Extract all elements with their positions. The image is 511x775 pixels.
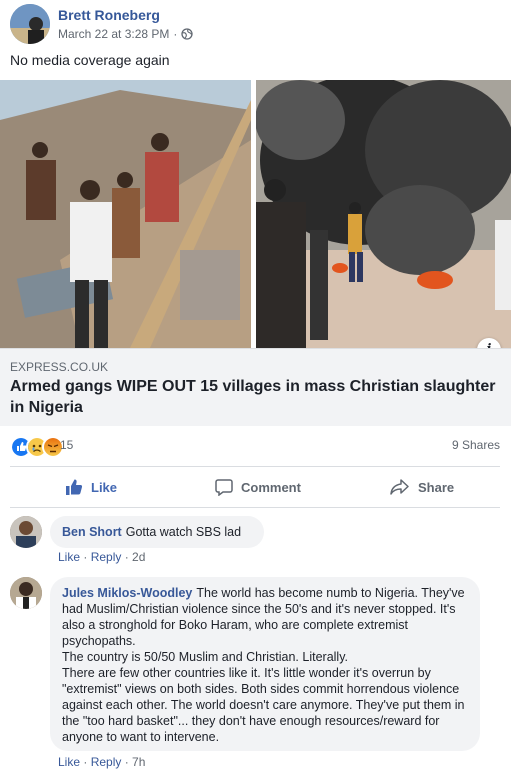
comment-time[interactable]: 7h bbox=[132, 755, 145, 769]
comment-like-link[interactable]: Like bbox=[58, 755, 80, 769]
commenter-avatar[interactable] bbox=[10, 577, 42, 609]
post-text: No media coverage again bbox=[10, 52, 170, 68]
comment-time[interactable]: 2d bbox=[132, 550, 145, 564]
comment-like-link[interactable]: Like bbox=[58, 550, 80, 564]
commenter-name[interactable]: Jules Miklos-Woodley bbox=[62, 586, 192, 600]
comment-text: Gotta watch SBS lad bbox=[125, 525, 242, 539]
comment-item: Ben Short Gotta watch SBS lad Like · Repl… bbox=[10, 516, 500, 576]
action-bar: Like Comment Share bbox=[10, 466, 500, 508]
link-domain: EXPRESS.CO.UK bbox=[10, 360, 109, 374]
share-button-label: Share bbox=[418, 479, 455, 495]
comment-actions: Like · Reply · 7h bbox=[58, 755, 146, 769]
share-arrow-icon bbox=[390, 479, 409, 495]
comment-button[interactable]: Comment bbox=[215, 467, 511, 507]
reaction-icons[interactable] bbox=[10, 436, 64, 458]
comment-text: The world has become numb to Nigeria. Th… bbox=[62, 586, 465, 744]
thumbs-up-icon bbox=[66, 479, 83, 495]
like-button[interactable]: Like bbox=[65, 467, 117, 507]
comment-button-label: Comment bbox=[241, 479, 301, 495]
post-header: Brett Roneberg March 22 at 3:28 PM · bbox=[10, 4, 500, 44]
commenter-avatar[interactable] bbox=[10, 516, 42, 548]
comment-bubble: Jules Miklos-Woodley The world has become… bbox=[50, 577, 480, 751]
share-button[interactable]: Share bbox=[390, 467, 454, 507]
link-preview-image[interactable] bbox=[0, 80, 511, 348]
reactions-bar: 15 9 Shares bbox=[10, 432, 500, 458]
like-button-label: Like bbox=[91, 479, 118, 495]
link-preview-card[interactable]: i EXPRESS.CO.UK Armed gangs WIPE OUT 15 … bbox=[0, 80, 511, 426]
comment-actions: Like · Reply · 2d bbox=[58, 550, 146, 564]
comment-reply-link[interactable]: Reply bbox=[91, 550, 122, 564]
post-meta: March 22 at 3:28 PM · bbox=[58, 27, 194, 41]
link-title[interactable]: Armed gangs WIPE OUT 15 villages in mass… bbox=[10, 376, 500, 418]
post-timestamp[interactable]: March 22 at 3:28 PM bbox=[58, 27, 169, 41]
comment-item: Jules Miklos-Woodley The world has become… bbox=[10, 577, 500, 772]
comment-icon bbox=[215, 479, 233, 496]
author-avatar[interactable] bbox=[10, 4, 50, 44]
link-info[interactable]: EXPRESS.CO.UK Armed gangs WIPE OUT 15 vi… bbox=[0, 348, 511, 426]
shares-count[interactable]: 9 Shares bbox=[452, 438, 500, 452]
globe-icon[interactable] bbox=[181, 28, 194, 40]
commenter-name[interactable]: Ben Short bbox=[62, 525, 122, 539]
reaction-count[interactable]: 15 bbox=[60, 438, 73, 452]
comment-bubble: Ben Short Gotta watch SBS lad bbox=[50, 516, 264, 548]
author-name[interactable]: Brett Roneberg bbox=[58, 7, 160, 23]
comment-reply-link[interactable]: Reply bbox=[91, 755, 122, 769]
